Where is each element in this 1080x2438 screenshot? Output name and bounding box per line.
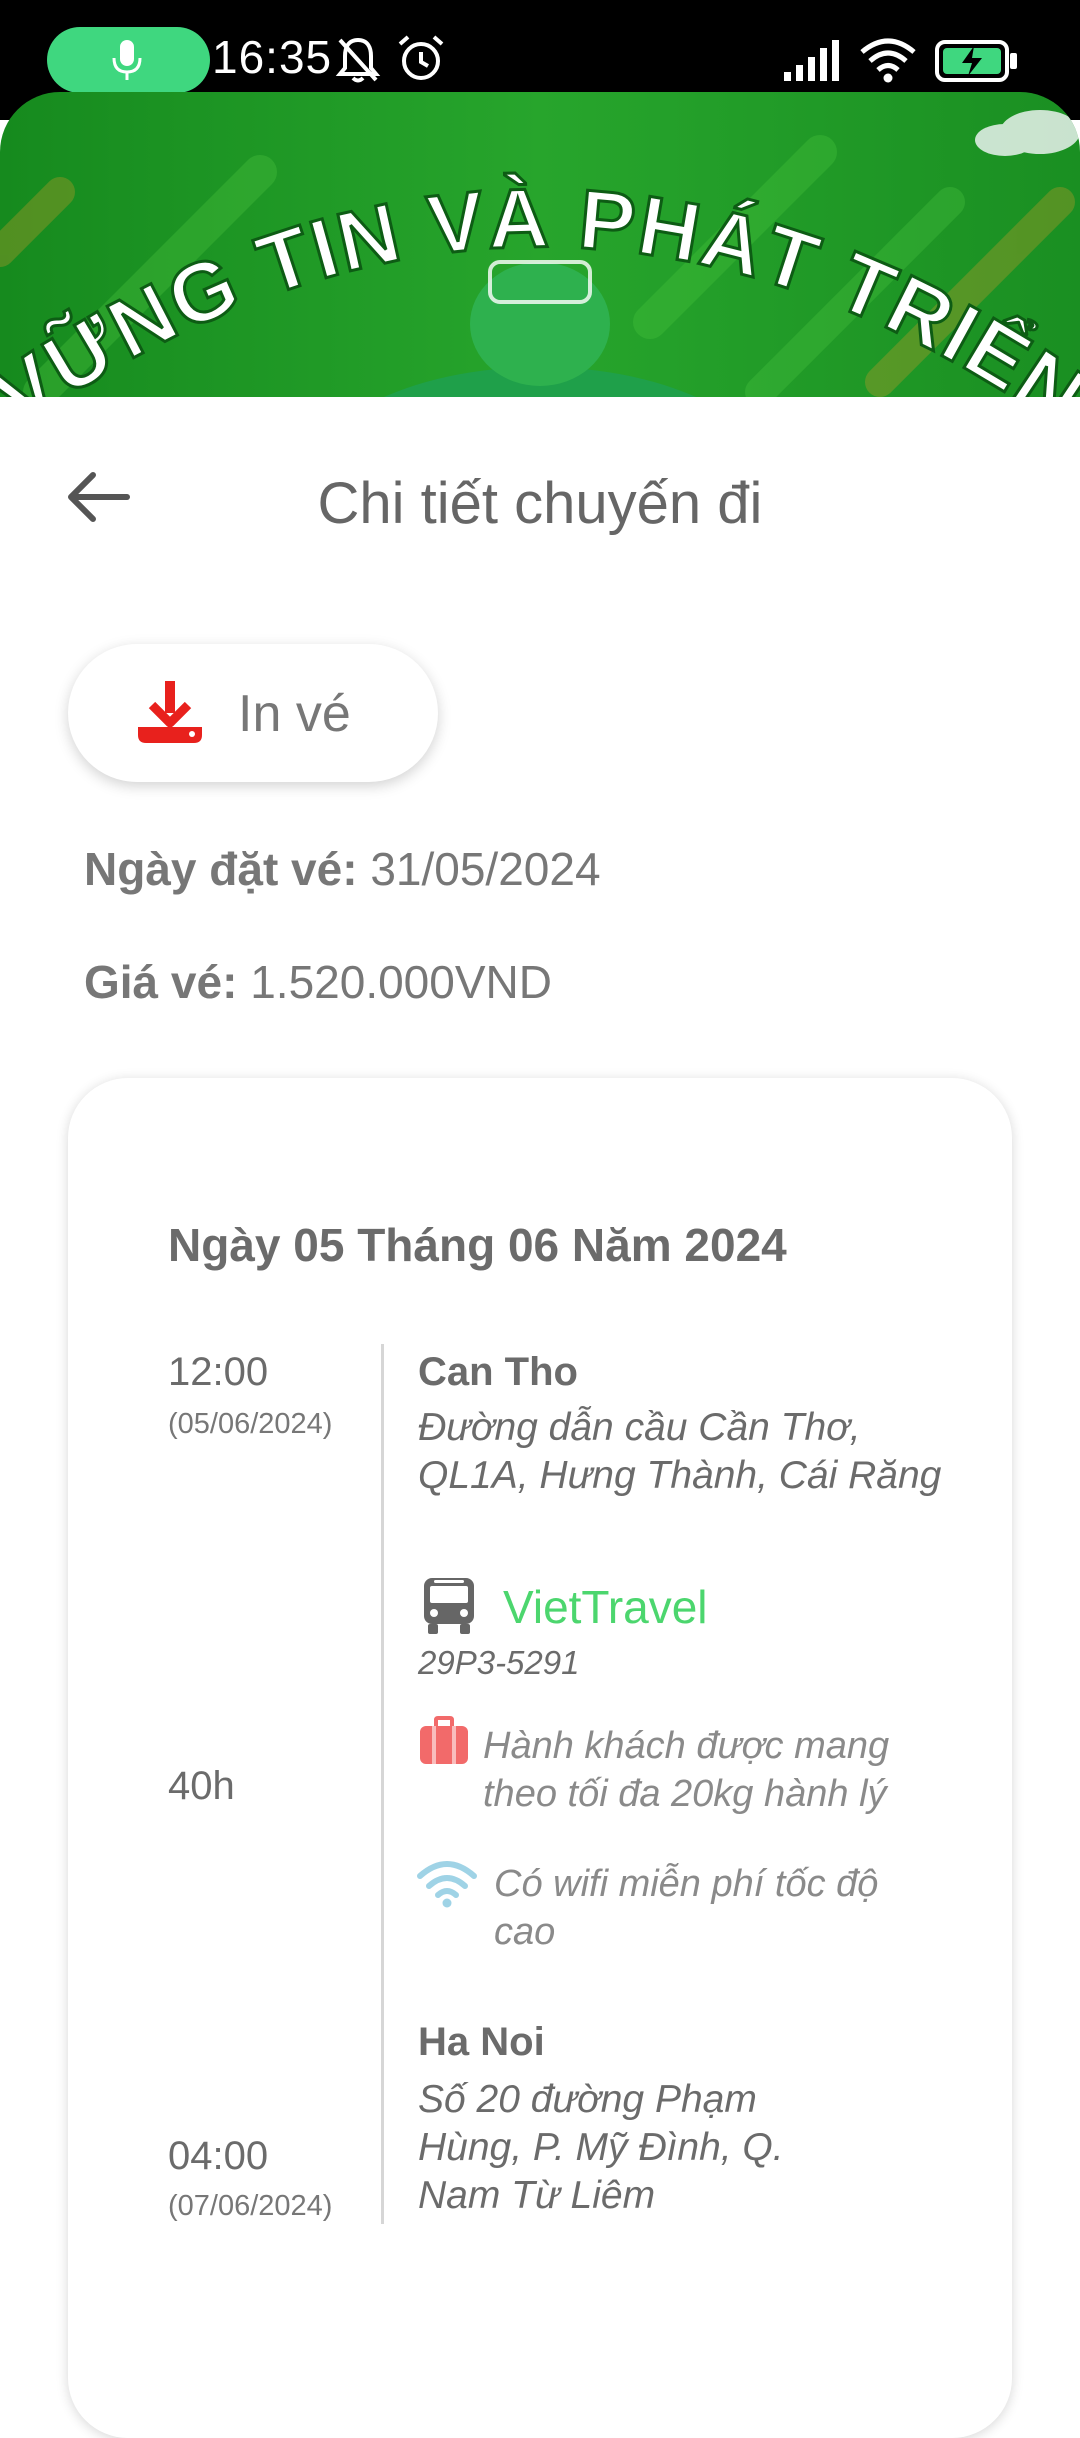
- wifi-amenity-line2: cao: [494, 1911, 556, 1953]
- wifi-amenity-line1: Có wifi miễn phí tốc độ: [494, 1863, 879, 1905]
- booking-date-label: Ngày đặt vé:: [84, 843, 358, 895]
- departure-city: Can Tho: [418, 1350, 578, 1394]
- luggage-amenity-line2: theo tối đa 20kg hành lý: [483, 1773, 887, 1815]
- banner-graphic: VỮNG TIN VÀ PHÁT TRIỂN: [0, 92, 1080, 397]
- departure-address-line1: Đường dẫn cầu Cần Thơ,: [418, 1406, 861, 1449]
- wifi-icon: [417, 1861, 477, 1908]
- luggage-amenity: Hành khách được mang theo tối đa 20kg hà…: [483, 1722, 889, 1818]
- ticket-price-value: 1.520.000VND: [250, 956, 552, 1008]
- mic-indicator[interactable]: [47, 27, 210, 93]
- arrival-city: Ha Noi: [418, 2020, 545, 2064]
- status-time: 16:35: [212, 31, 333, 83]
- download-icon: [138, 681, 202, 743]
- timeline-divider: [381, 1344, 384, 2224]
- ticket-price: Giá vé: 1.520.000VND: [84, 955, 552, 1009]
- wifi-icon: [860, 38, 916, 83]
- arrival-address-line2: Hùng, P. Mỹ Đình, Q.: [418, 2126, 784, 2169]
- arrival-date: (07/06/2024): [168, 2190, 333, 2222]
- mic-icon: [112, 40, 142, 80]
- trip-duration: 40h: [168, 1764, 235, 1808]
- signal-icon: [784, 40, 839, 81]
- print-ticket-label: In vé: [238, 685, 351, 743]
- wifi-amenity: Có wifi miễn phí tốc độ cao: [494, 1860, 924, 1956]
- departure-address-line2: QL1A, Hưng Thành, Cái Răng: [418, 1454, 942, 1497]
- arrival-address-line3: Nam Từ Liêm: [418, 2174, 656, 2217]
- booking-date-value: 31/05/2024: [370, 843, 601, 895]
- operator-name: VietTravel: [503, 1581, 708, 1633]
- bus-icon: [424, 1578, 474, 1634]
- arrival-time: 04:00: [168, 2134, 269, 2178]
- battery-charging-icon: [935, 40, 1017, 82]
- page-title: Chi tiết chuyến đi: [317, 471, 763, 536]
- trip-card: Ngày 05 Tháng 06 Năm 2024 12:00 (05/06/2…: [68, 1078, 1012, 2438]
- arrival-address-line1: Số 20 đường Phạm: [418, 2078, 757, 2121]
- bell-off-icon: [335, 37, 381, 83]
- ticket-price-label: Giá vé:: [84, 956, 238, 1008]
- promo-banner: VỮNG TIN VÀ PHÁT TRIỂN: [0, 92, 1080, 397]
- trip-date-heading: Ngày 05 Tháng 06 Năm 2024: [168, 1219, 787, 1271]
- departure-time: 12:00: [168, 1350, 269, 1394]
- luggage-amenity-line1: Hành khách được mang: [483, 1725, 890, 1767]
- departure-date: (05/06/2024): [168, 1408, 333, 1440]
- booking-date: Ngày đặt vé: 31/05/2024: [84, 842, 601, 896]
- luggage-icon: [420, 1716, 468, 1764]
- bus-plate: 29P3-5291: [418, 1644, 580, 1681]
- alarm-icon: [398, 35, 444, 80]
- print-ticket-button[interactable]: In vé: [68, 644, 438, 782]
